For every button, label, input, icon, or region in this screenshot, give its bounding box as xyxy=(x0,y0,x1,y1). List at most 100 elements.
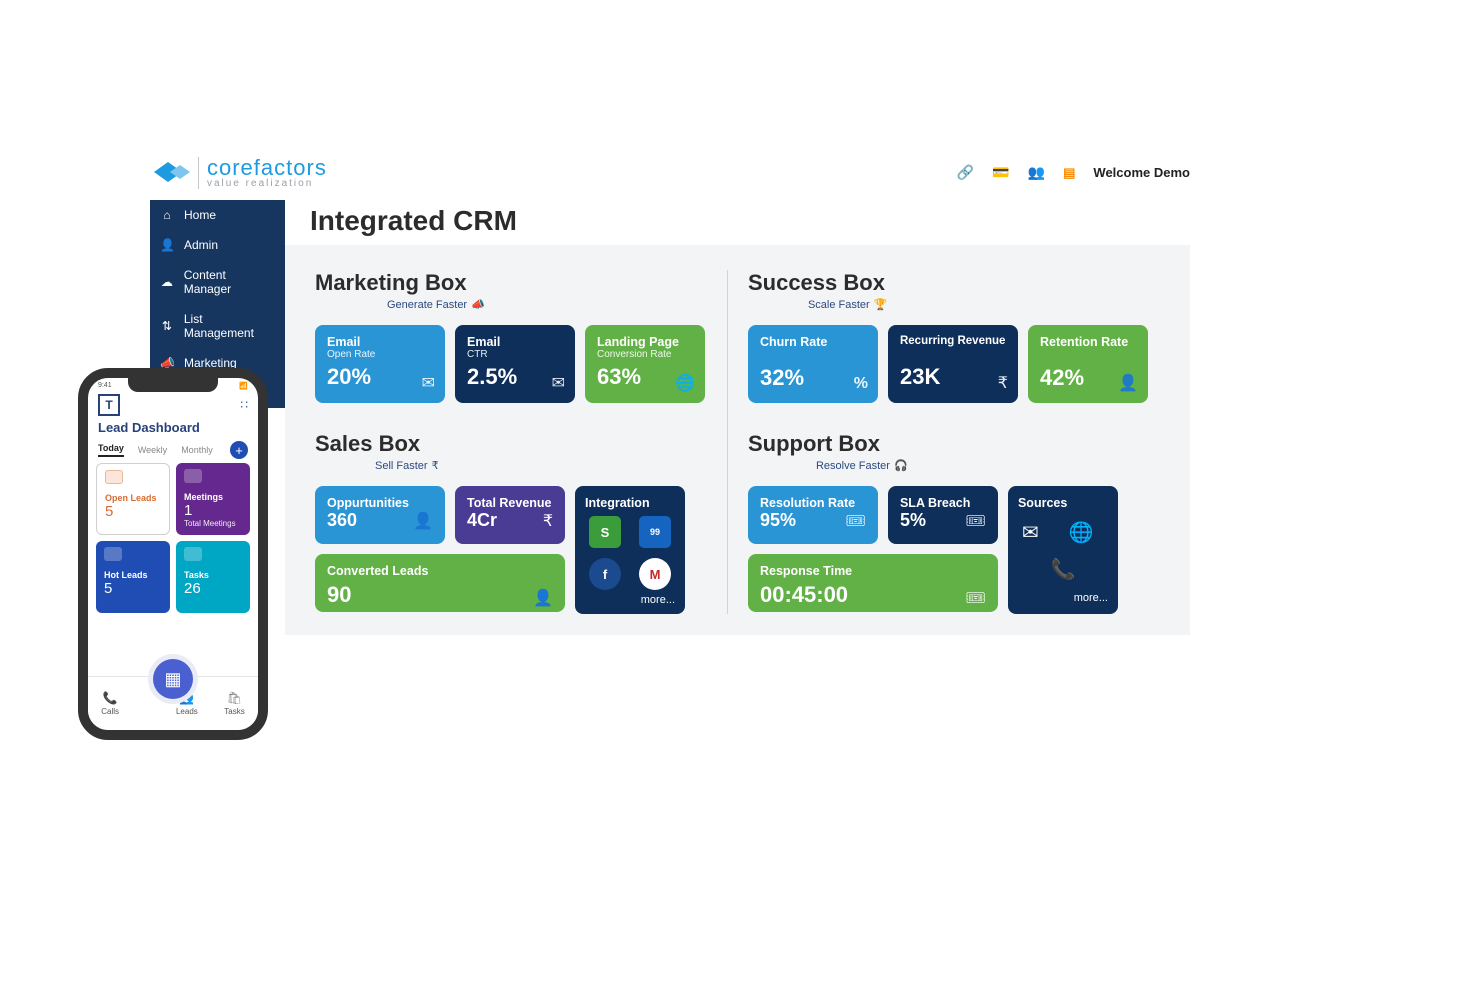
tasks-icon xyxy=(184,547,202,561)
column-divider xyxy=(727,270,728,614)
card-response[interactable]: Response Time 00:45:00🎟 xyxy=(748,554,998,612)
success-subtitle: Scale Faster🏆 xyxy=(808,298,1160,311)
sales-title: Sales Box xyxy=(315,431,727,457)
globe-icon: 🌐 xyxy=(1069,520,1094,545)
card-converted[interactable]: Converted Leads 90👤 xyxy=(315,554,565,612)
bag-icon: 🛍 xyxy=(227,691,242,705)
rupee-icon: ₹ xyxy=(998,373,1008,393)
sidebar-item-label: Content Manager xyxy=(184,268,275,296)
list-icon[interactable]: ▤ xyxy=(1063,165,1075,181)
sales-subtitle: Sell Faster₹ xyxy=(375,459,727,472)
phone-app-icon[interactable]: T xyxy=(98,394,120,416)
sources-more[interactable]: more... xyxy=(1018,592,1108,604)
flame-icon xyxy=(104,547,122,561)
sidebar-item-admin[interactable]: 👤 Admin xyxy=(150,230,285,260)
phone-tabs: Today Weekly Monthly + xyxy=(88,435,258,463)
sidebar-item-content[interactable]: ☁ Content Manager xyxy=(150,260,285,304)
marketing-subtitle: Generate Faster📣 xyxy=(387,298,727,311)
sidebar-item-label: List Management xyxy=(184,312,275,340)
phone-mockup: 9:41 📶 T ∷ Lead Dashboard Today Weekly Mo… xyxy=(78,368,268,740)
phone-fab-button[interactable]: ▦ xyxy=(153,659,193,699)
card-sla[interactable]: SLA Breach 5%🎟 xyxy=(888,486,998,544)
phone-menu-icon[interactable]: ∷ xyxy=(240,398,248,412)
card-icon[interactable]: 💳 xyxy=(992,164,1009,181)
phone-tile-hot-leads[interactable]: Hot Leads 5 xyxy=(96,541,170,613)
mail-icon: ✉ xyxy=(422,373,435,393)
card-landing[interactable]: Landing Page Conversion Rate 63% 🌐 xyxy=(585,325,705,403)
sidebar-item-home[interactable]: ⌂ Home xyxy=(150,200,285,230)
person-icon: 👤 xyxy=(413,511,433,531)
phone-nav-tasks[interactable]: 🛍Tasks xyxy=(224,691,244,716)
trophy-icon: 🏆 xyxy=(874,299,888,311)
calendar-icon xyxy=(184,469,202,483)
right-column: Success Box Scale Faster🏆 Churn Rate 32%… xyxy=(748,270,1160,614)
users-icon[interactable]: 👥 xyxy=(1028,164,1045,181)
phone-notch xyxy=(128,378,218,392)
card-opportunities[interactable]: Oppurtunities 360👤 xyxy=(315,486,445,544)
megaphone-icon: 📣 xyxy=(471,299,485,311)
phone-tab-today[interactable]: Today xyxy=(98,443,124,457)
logo-mark-icon xyxy=(150,158,192,188)
phone-nav-calls[interactable]: 📞Calls xyxy=(101,691,119,716)
mail-icon xyxy=(105,470,123,484)
mail-icon: ✉ xyxy=(552,373,565,393)
topbar: corefactors value realization 🔗 💳 👥 ▤ We… xyxy=(150,150,1190,195)
brand-name: corefactors xyxy=(207,157,327,179)
mail-icon: ✉ xyxy=(1022,520,1039,545)
page-title: Integrated CRM xyxy=(310,205,517,237)
chip-shopify[interactable]: S xyxy=(589,516,621,548)
card-email-ctr[interactable]: Email CTR 2.5% ✉ xyxy=(455,325,575,403)
headset-icon: 🎧 xyxy=(894,460,908,472)
ticket-icon: 🎟 xyxy=(846,511,866,531)
person-icon: 👤 xyxy=(1118,373,1138,393)
chip-99acres[interactable]: 99 xyxy=(639,516,671,548)
card-churn[interactable]: Churn Rate 32% % xyxy=(748,325,878,403)
phone-tile-meetings[interactable]: Meetings 1 Total Meetings xyxy=(176,463,250,535)
card-sources[interactable]: Sources ✉🌐 📞 more... xyxy=(1008,486,1118,614)
person-icon: 👤 xyxy=(533,588,553,608)
support-title: Support Box xyxy=(748,431,1160,457)
home-icon: ⌂ xyxy=(160,208,174,222)
support-subtitle: Resolve Faster🎧 xyxy=(816,459,1160,472)
admin-icon: 👤 xyxy=(160,238,174,252)
phone-bottom-nav: ▦ 📞Calls ·· 👥Leads 🛍Tasks xyxy=(88,676,258,730)
cloud-icon: ☁ xyxy=(160,275,174,289)
sidebar-item-label: Admin xyxy=(184,238,218,252)
rupee-icon: ₹ xyxy=(543,511,553,531)
card-resolution[interactable]: Resolution Rate 95%🎟 xyxy=(748,486,878,544)
phone-status-icons: 📶 xyxy=(239,382,248,390)
phone-title: Lead Dashboard xyxy=(88,420,258,435)
chip-more-brand[interactable]: M xyxy=(639,558,671,590)
brand-logo[interactable]: corefactors value realization xyxy=(150,157,327,189)
chip-facebook[interactable]: f xyxy=(589,558,621,590)
card-retention[interactable]: Retention Rate 42% 👤 xyxy=(1028,325,1148,403)
link-icon[interactable]: 🔗 xyxy=(957,164,974,181)
list-mgmt-icon: ⇅ xyxy=(160,319,174,333)
brand-tagline: value realization xyxy=(207,179,327,189)
phone-time: 9:41 xyxy=(98,382,112,390)
card-revenue[interactable]: Total Revenue 4Cr₹ xyxy=(455,486,565,544)
left-column: Marketing Box Generate Faster📣 Email Ope… xyxy=(315,270,727,614)
ticket-icon: 🎟 xyxy=(966,511,986,531)
phone-icon: 📞 xyxy=(1051,559,1076,581)
phone-tab-monthly[interactable]: Monthly xyxy=(181,445,213,455)
globe-icon: 🌐 xyxy=(675,373,695,393)
percent-icon: % xyxy=(854,375,868,393)
card-integration[interactable]: Integration S 99 f M more... xyxy=(575,486,685,614)
phone-tile-tasks[interactable]: Tasks 26 xyxy=(176,541,250,613)
phone-tab-weekly[interactable]: Weekly xyxy=(138,445,167,455)
dashboard-panel: Marketing Box Generate Faster📣 Email Ope… xyxy=(285,245,1190,635)
phone-tile-open-leads[interactable]: Open Leads 5 xyxy=(96,463,170,535)
welcome-label[interactable]: Welcome Demo xyxy=(1093,165,1190,180)
phone-icon: 📞 xyxy=(103,691,118,705)
success-title: Success Box xyxy=(748,270,1160,296)
phone-add-button[interactable]: + xyxy=(230,441,248,459)
card-recurring[interactable]: Recurring Revenue 23K ₹ xyxy=(888,325,1018,403)
marketing-title: Marketing Box xyxy=(315,270,727,296)
rupee-icon: ₹ xyxy=(432,460,439,472)
sidebar-item-list[interactable]: ⇅ List Management xyxy=(150,304,285,348)
ticket-icon: 🎟 xyxy=(966,588,986,608)
sidebar-item-label: Home xyxy=(184,208,216,222)
card-email-open[interactable]: Email Open Rate 20% ✉ xyxy=(315,325,445,403)
integration-more[interactable]: more... xyxy=(585,594,675,606)
